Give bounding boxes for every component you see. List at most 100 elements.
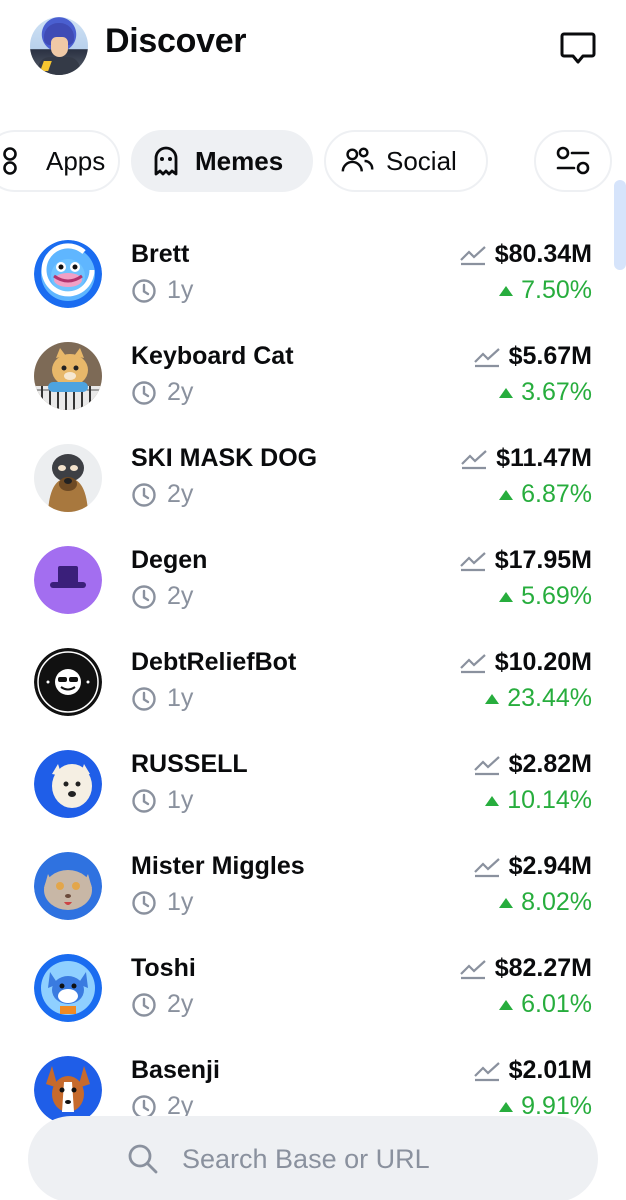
token-age: 2y xyxy=(131,990,193,1019)
token-age-value: 1y xyxy=(167,276,194,304)
trend-line-icon xyxy=(461,449,487,469)
search-placeholder: Search Base or URL xyxy=(182,1143,430,1174)
token-age: 1y xyxy=(131,888,193,917)
debtreliefbot-icon xyxy=(34,648,102,716)
toshi-icon xyxy=(34,954,102,1022)
clock-icon xyxy=(132,992,156,1017)
token-name: RUSSELL xyxy=(131,750,248,778)
tab-social[interactable]: Social xyxy=(324,130,488,192)
profile-avatar[interactable] xyxy=(30,17,88,75)
up-arrow-icon xyxy=(485,795,500,806)
token-market-cap: $2.01M xyxy=(473,1056,592,1085)
clock-icon xyxy=(132,584,156,609)
list-item-brett[interactable]: Brett 1y $80.34M 7.50% xyxy=(0,228,626,330)
chat-button[interactable] xyxy=(558,27,598,67)
token-change: 6.87% xyxy=(499,480,592,509)
change-value: 6.01% xyxy=(521,990,592,1018)
avatar-face xyxy=(51,37,68,57)
token-market-cap: $82.27M xyxy=(459,954,592,983)
header: Discover xyxy=(0,0,626,96)
token-change: 5.69% xyxy=(499,582,592,611)
keyboard-cat-icon xyxy=(34,342,102,410)
tab-social-label: Social xyxy=(386,145,457,176)
mister-miggles-icon xyxy=(34,852,102,920)
token-name: Brett xyxy=(131,240,190,268)
token-change: 23.44% xyxy=(485,684,592,713)
market-cap-value: $5.67M xyxy=(508,342,592,370)
people-icon xyxy=(340,144,374,178)
change-value: 3.67% xyxy=(521,378,592,406)
market-cap-value: $10.20M xyxy=(494,648,592,676)
token-age: 1y xyxy=(131,684,193,713)
page-title: Discover xyxy=(105,22,247,60)
trend-line-icon xyxy=(459,653,486,673)
market-cap-value: $82.27M xyxy=(494,954,592,982)
up-arrow-icon xyxy=(499,591,514,602)
basenji-icon xyxy=(34,1056,102,1124)
list-item-keyboard-cat[interactable]: Keyboard Cat 2y $5.67M 3.67% xyxy=(0,330,626,432)
token-age-value: 2y xyxy=(167,582,194,610)
degen-icon xyxy=(34,546,102,614)
trend-line-icon xyxy=(473,857,500,877)
category-tabs: Apps Memes Social xyxy=(0,130,626,194)
token-name: Toshi xyxy=(131,954,196,982)
token-age-value: 2y xyxy=(167,990,194,1018)
token-age: 1y xyxy=(131,786,193,815)
trend-line-icon xyxy=(473,347,500,367)
list-item-degen[interactable]: Degen 2y $17.95M 5.69% xyxy=(0,534,626,636)
token-change: 6.01% xyxy=(499,990,592,1019)
up-arrow-icon xyxy=(499,1101,514,1112)
list-item-mister-miggles[interactable]: Mister Miggles 1y $2.94M 8.02% xyxy=(0,840,626,942)
token-market-cap: $5.67M xyxy=(473,342,592,371)
trend-line-icon xyxy=(459,245,486,265)
token-name: Mister Miggles xyxy=(131,852,305,880)
market-cap-value: $2.94M xyxy=(508,852,592,880)
token-market-cap: $17.95M xyxy=(459,546,592,575)
token-name: SKI MASK DOG xyxy=(131,444,318,472)
token-age-value: 2y xyxy=(167,378,194,406)
list-item-ski-mask-dog[interactable]: SKI MASK DOG 2y $11.47M 6.87% xyxy=(0,432,626,534)
token-age-value: 1y xyxy=(167,684,194,712)
token-name: Basenji xyxy=(131,1056,220,1084)
change-value: 5.69% xyxy=(521,582,592,610)
token-age-value: 1y xyxy=(167,888,194,916)
token-age-value: 1y xyxy=(167,786,194,814)
token-change: 8.02% xyxy=(499,888,592,917)
token-market-cap: $2.82M xyxy=(473,750,592,779)
change-value: 8.02% xyxy=(521,888,592,916)
token-name: DebtReliefBot xyxy=(131,648,297,676)
market-cap-value: $2.82M xyxy=(508,750,592,778)
up-arrow-icon xyxy=(499,999,514,1010)
apps-icon xyxy=(0,144,34,178)
brett-icon xyxy=(34,240,102,308)
up-arrow-icon xyxy=(499,897,514,908)
tab-memes-label: Memes xyxy=(195,145,284,176)
token-change: 7.50% xyxy=(499,276,592,305)
list-item-russell[interactable]: RUSSELL 1y $2.82M 10.14% xyxy=(0,738,626,840)
list-item-toshi[interactable]: Toshi 2y $82.27M 6.01% xyxy=(0,942,626,1044)
token-age: 2y xyxy=(131,378,193,407)
clock-icon xyxy=(132,482,156,507)
trend-line-icon xyxy=(473,1061,500,1081)
filter-button[interactable] xyxy=(534,130,612,192)
search-icon xyxy=(128,1144,158,1174)
clock-icon xyxy=(132,890,156,915)
trend-line-icon xyxy=(473,755,500,775)
token-change: 10.14% xyxy=(485,786,592,815)
tab-apps[interactable]: Apps xyxy=(0,130,120,192)
clock-icon xyxy=(132,686,156,711)
list-item-debtreliefbot[interactable]: DebtReliefBot 1y $10.20M 23.44% xyxy=(0,636,626,738)
change-value: 10.14% xyxy=(507,786,592,814)
clock-icon xyxy=(132,380,156,405)
token-name: Degen xyxy=(131,546,208,574)
up-arrow-icon xyxy=(499,285,514,296)
trend-line-icon xyxy=(459,551,486,571)
tab-memes[interactable]: Memes xyxy=(131,130,313,192)
search-bar[interactable]: Search Base or URL xyxy=(28,1116,598,1200)
tab-apps-label: Apps xyxy=(46,145,106,176)
token-name: Keyboard Cat xyxy=(131,342,294,370)
token-age: 1y xyxy=(131,276,193,305)
market-cap-value: $17.95M xyxy=(494,546,592,574)
token-market-cap: $80.34M xyxy=(459,240,592,269)
ski-mask-dog-icon xyxy=(34,444,102,512)
